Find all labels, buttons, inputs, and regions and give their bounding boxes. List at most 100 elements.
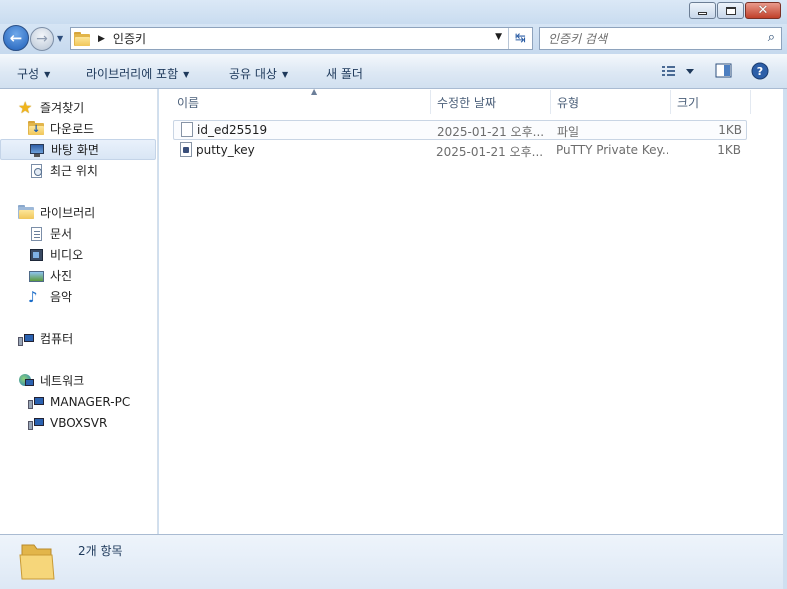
sidebar-item-label: 음악 bbox=[50, 290, 73, 304]
search-input[interactable] bbox=[548, 31, 758, 46]
organize-menu[interactable]: 구성 ▼ bbox=[17, 65, 50, 82]
desktop-icon bbox=[29, 142, 45, 158]
column-header-label: 유형 bbox=[557, 95, 580, 110]
file-type: PuTTY Private Key... bbox=[556, 143, 668, 157]
preview-pane-icon bbox=[715, 63, 732, 78]
sidebar-item-libraries[interactable]: 라이브러리 bbox=[18, 202, 95, 223]
sidebar-item-videos[interactable]: 비디오 bbox=[28, 244, 83, 265]
file-row[interactable]: putty_key 2025-01-21 오후... PuTTY Private… bbox=[173, 141, 747, 161]
chevron-down-icon: ▼ bbox=[183, 70, 190, 79]
sidebar-item-vboxsvr[interactable]: VBOXSVR bbox=[28, 412, 107, 433]
sidebar-item-music[interactable]: ♪ 음악 bbox=[28, 286, 72, 307]
sidebar-item-label: MANAGER-PC bbox=[50, 394, 131, 409]
new-folder-label: 새 폴더 bbox=[326, 67, 363, 81]
breadcrumb-current-folder[interactable]: 인증키 bbox=[113, 30, 146, 47]
music-icon: ♪ bbox=[28, 287, 38, 306]
include-in-library-menu[interactable]: 라이브러리에 포함 ▼ bbox=[86, 65, 189, 82]
sidebar-item-downloads[interactable]: ↓ 다운로드 bbox=[28, 118, 94, 139]
sidebar-item-label: VBOXSVR bbox=[50, 415, 108, 430]
file-date-modified: 2025-01-21 오후... bbox=[437, 125, 545, 139]
navigation-pane: ★ 즐겨찾기 ↓ 다운로드 바탕 화면 최근 위치 라이브러리 문서 비디오 사… bbox=[0, 89, 158, 534]
forward-arrow-icon: → bbox=[36, 31, 48, 47]
navigation-bar: ← → ▼ ▶ 인증키 ▼ ↹ ⌕ bbox=[0, 24, 787, 54]
sidebar-item-recent-places[interactable]: 최근 위치 bbox=[28, 160, 98, 181]
svg-text:?: ? bbox=[757, 65, 763, 78]
chevron-down-icon: ▼ bbox=[281, 70, 289, 79]
include-in-library-label: 라이브러리에 포함 bbox=[86, 67, 179, 81]
sidebar-item-label: 문서 bbox=[50, 227, 73, 241]
help-button[interactable]: ? bbox=[751, 62, 769, 83]
file-date-modified: 2025-01-21 오후... bbox=[436, 145, 544, 159]
sidebar-item-network[interactable]: 네트워크 bbox=[18, 370, 84, 391]
help-icon: ? bbox=[751, 62, 769, 80]
back-button[interactable]: ← bbox=[3, 25, 29, 51]
window-border bbox=[783, 89, 787, 589]
recent-places-icon bbox=[28, 163, 44, 179]
file-list-pane: 이름 ▲ 수정한 날짜 유형 크기 id_ed25519 2025-01-21 … bbox=[159, 87, 783, 534]
libraries-folder-icon bbox=[18, 204, 34, 221]
command-bar: 구성 ▼ 라이브러리에 포함 ▼ 공유 대상 ▼ 새 폴더 ? bbox=[0, 54, 787, 89]
details-pane: 2개 항목 bbox=[0, 534, 783, 589]
title-bar: ✕ bbox=[0, 0, 787, 24]
file-size: 1KB bbox=[718, 123, 742, 137]
network-icon bbox=[18, 373, 34, 389]
column-header-date-modified[interactable]: 수정한 날짜 bbox=[433, 90, 551, 114]
forward-button[interactable]: → bbox=[30, 27, 54, 51]
videos-icon bbox=[28, 247, 44, 263]
star-icon: ★ bbox=[18, 97, 33, 117]
file-name: putty_key bbox=[196, 143, 255, 157]
sort-ascending-icon: ▲ bbox=[311, 87, 318, 96]
folder-icon bbox=[18, 541, 58, 583]
close-button[interactable]: ✕ bbox=[745, 2, 781, 19]
minimize-button[interactable] bbox=[689, 2, 716, 19]
documents-icon bbox=[28, 226, 44, 242]
back-arrow-icon: ← bbox=[9, 29, 23, 47]
file-row[interactable]: id_ed25519 2025-01-21 오후... 파일 1KB bbox=[173, 120, 747, 140]
file-type: 파일 bbox=[557, 125, 580, 139]
view-options-icon bbox=[662, 66, 694, 76]
history-dropdown-icon[interactable]: ▼ bbox=[57, 34, 63, 43]
putty-key-file-icon bbox=[177, 142, 193, 158]
share-with-label: 공유 대상 bbox=[229, 67, 277, 81]
column-header-type[interactable]: 유형 bbox=[553, 90, 671, 114]
sidebar-item-label: 사진 bbox=[50, 269, 73, 283]
network-computer-icon bbox=[28, 415, 44, 431]
minimize-icon bbox=[698, 11, 707, 15]
folder-icon bbox=[74, 31, 90, 46]
sidebar-item-label: 컴퓨터 bbox=[40, 332, 74, 346]
column-header-label: 이름 bbox=[177, 95, 200, 110]
caption-buttons: ✕ bbox=[688, 2, 781, 19]
column-header-name[interactable]: 이름 ▲ bbox=[173, 87, 431, 114]
organize-label: 구성 bbox=[17, 67, 40, 81]
sidebar-item-documents[interactable]: 문서 bbox=[28, 223, 72, 244]
sidebar-item-label: 최근 위치 bbox=[50, 164, 98, 178]
column-header-label: 수정한 날짜 bbox=[437, 95, 497, 110]
change-view-button[interactable] bbox=[661, 62, 695, 83]
maximize-button[interactable] bbox=[717, 2, 744, 19]
sidebar-item-label: 라이브러리 bbox=[40, 206, 96, 220]
sidebar-item-label: 네트워크 bbox=[40, 374, 85, 388]
search-box[interactable]: ⌕ bbox=[539, 27, 782, 50]
share-with-menu[interactable]: 공유 대상 ▼ bbox=[229, 65, 288, 82]
preview-pane-button[interactable] bbox=[715, 62, 733, 83]
sidebar-item-label: 다운로드 bbox=[50, 122, 95, 136]
breadcrumb-separator-icon[interactable]: ▶ bbox=[98, 34, 105, 44]
maximize-icon bbox=[725, 6, 736, 15]
downloads-folder-icon: ↓ bbox=[28, 120, 44, 137]
sidebar-item-desktop[interactable]: 바탕 화면 bbox=[0, 139, 156, 160]
new-folder-button[interactable]: 새 폴더 bbox=[326, 65, 363, 82]
refresh-button[interactable]: ↹ bbox=[508, 28, 532, 49]
column-header-size[interactable]: 크기 bbox=[673, 90, 751, 114]
sidebar-item-manager-pc[interactable]: MANAGER-PC bbox=[28, 391, 130, 412]
network-computer-icon bbox=[28, 394, 44, 410]
sidebar-item-computer[interactable]: 컴퓨터 bbox=[18, 328, 73, 349]
sidebar-item-favorites[interactable]: ★ 즐겨찾기 bbox=[18, 97, 84, 118]
file-size: 1KB bbox=[717, 143, 741, 157]
sidebar-item-label: 즐겨찾기 bbox=[40, 101, 85, 115]
address-bar[interactable]: ▶ 인증키 ▼ ↹ bbox=[70, 27, 533, 50]
chevron-down-icon: ▼ bbox=[44, 70, 51, 79]
sidebar-item-label: 비디오 bbox=[50, 248, 84, 262]
sidebar-item-pictures[interactable]: 사진 bbox=[28, 265, 72, 286]
address-dropdown-icon[interactable]: ▼ bbox=[495, 32, 502, 42]
search-icon[interactable]: ⌕ bbox=[768, 30, 775, 45]
